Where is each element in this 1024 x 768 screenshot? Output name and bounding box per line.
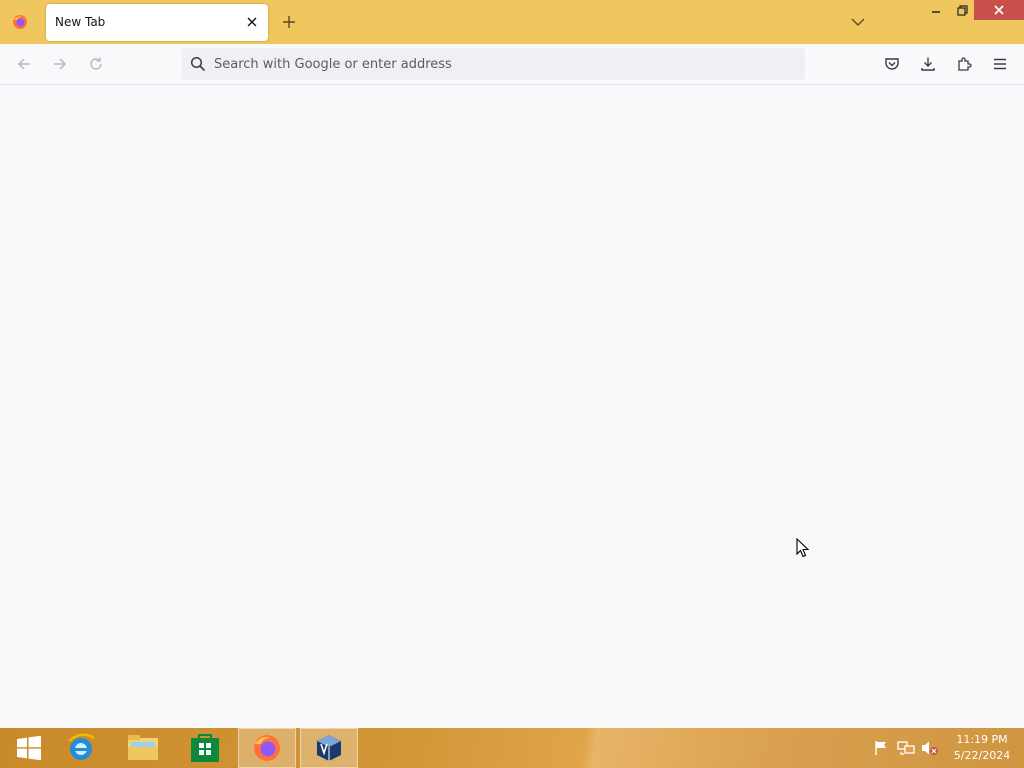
restore-icon: [956, 4, 968, 16]
tab-close-button[interactable]: [244, 14, 260, 30]
list-all-tabs-button[interactable]: [849, 13, 867, 31]
navigation-toolbar: [0, 44, 1024, 85]
clock-date: 5/22/2024: [953, 749, 1011, 762]
save-to-pocket-button[interactable]: [882, 54, 902, 74]
address-bar[interactable]: [182, 48, 805, 80]
forward-button[interactable]: [50, 54, 70, 74]
new-tab-page: [0, 85, 1024, 728]
taskbar-internet-explorer[interactable]: [52, 728, 110, 768]
extensions-icon: [958, 57, 972, 71]
taskbar-clock[interactable]: 11:19 PM 5/22/2024: [946, 732, 1018, 764]
volume-muted-icon: [922, 741, 938, 755]
volume-button[interactable]: [921, 740, 939, 756]
internet-explorer-icon: [68, 733, 95, 760]
mouse-cursor-icon: [796, 538, 810, 558]
plus-icon: [283, 16, 295, 28]
taskbar-firefox[interactable]: [238, 728, 296, 768]
tab-new-tab[interactable]: New Tab: [46, 4, 268, 41]
firefox-icon: [254, 735, 280, 761]
action-center-flag-icon: [875, 741, 886, 755]
reload-icon: [90, 57, 102, 70]
file-explorer-icon: [128, 735, 158, 760]
window-close-button[interactable]: [974, 0, 1024, 20]
firefox-view-button[interactable]: [0, 0, 40, 44]
address-input[interactable]: [214, 48, 794, 80]
firefox-icon: [13, 15, 27, 29]
taskbar-store[interactable]: [176, 728, 234, 768]
application-menu-button[interactable]: [990, 54, 1010, 74]
back-icon: [17, 58, 30, 70]
close-icon: [247, 17, 257, 27]
forward-icon: [54, 58, 67, 70]
tab-title: New Tab: [55, 15, 106, 29]
title-bar: New Tab: [0, 0, 1024, 44]
network-button[interactable]: [897, 740, 915, 756]
downloads-button[interactable]: [918, 54, 938, 74]
close-icon: [994, 5, 1004, 15]
windows-start-icon: [17, 735, 41, 761]
store-icon: [191, 734, 219, 762]
network-icon: [897, 741, 915, 755]
back-button[interactable]: [14, 54, 34, 74]
clock-time: 11:19 PM: [956, 733, 1008, 746]
start-button[interactable]: [0, 728, 58, 768]
minimize-icon: [932, 11, 940, 13]
taskbar: 11:19 PM 5/22/2024: [0, 728, 1024, 768]
new-tab-button[interactable]: [280, 13, 298, 31]
downloads-icon: [921, 57, 935, 71]
virtualbox-icon: [317, 735, 341, 761]
action-center-button[interactable]: [872, 740, 890, 756]
extensions-button[interactable]: [954, 54, 974, 74]
search-icon: [190, 56, 206, 72]
taskbar-virtualbox[interactable]: [300, 728, 358, 768]
reload-button[interactable]: [86, 54, 106, 74]
chevron-down-icon: [851, 18, 865, 26]
taskbar-file-explorer[interactable]: [114, 728, 172, 768]
pocket-icon: [885, 58, 899, 70]
menu-icon: [994, 58, 1006, 70]
